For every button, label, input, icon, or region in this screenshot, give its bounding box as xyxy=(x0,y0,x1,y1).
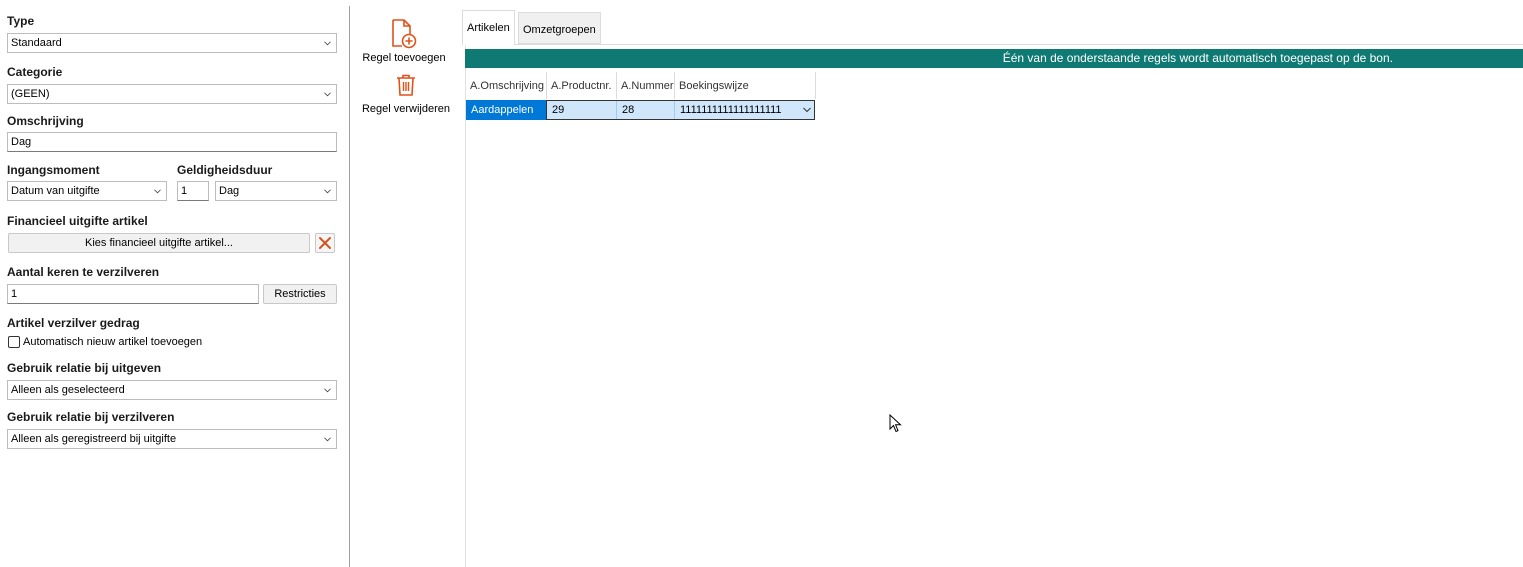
geldigheidsduur-unit-select[interactable]: Dag xyxy=(215,181,337,201)
relatie-uitgeven-select[interactable]: Alleen als geselecteerd xyxy=(7,380,337,400)
categorie-label: Categorie xyxy=(7,65,63,79)
ingangsmoment-label: Ingangsmoment xyxy=(7,163,100,177)
boekingswijze-value: 1111111111111111111 xyxy=(680,104,782,116)
omschrijving-label: Omschrijving xyxy=(7,114,84,128)
relatie-verzilveren-label: Gebruik relatie bij verzilveren xyxy=(7,410,175,424)
ingangsmoment-select[interactable]: Datum van uitgifte xyxy=(7,181,167,201)
regel-verwijderen-label: Regel verwijderen xyxy=(361,103,451,115)
column-header-nummer[interactable]: A.Nummer xyxy=(617,72,675,99)
trash-icon xyxy=(397,74,415,96)
verzilver-gedrag-label: Artikel verzilver gedrag xyxy=(7,316,140,330)
geldigheidsduur-amount: 1 xyxy=(181,185,188,197)
categorie-select[interactable]: (GEEN) xyxy=(7,84,337,104)
chevron-down-icon xyxy=(324,437,331,442)
table-cell[interactable]: 28 xyxy=(617,100,675,120)
geldigheidsduur-amount-input[interactable]: 1 xyxy=(177,181,209,201)
boekingswijze-cell-select[interactable]: 1111111111111111111 xyxy=(675,100,815,120)
aantal-input[interactable]: 1 xyxy=(7,284,259,304)
ingangsmoment-value: Datum van uitgifte xyxy=(11,185,100,197)
aantal-value: 1 xyxy=(11,288,18,300)
relatie-uitgeven-label: Gebruik relatie bij uitgeven xyxy=(7,361,162,375)
financieel-label: Financieel uitgifte artikel xyxy=(7,214,148,228)
regel-verwijderen-button[interactable]: Regel verwijderen xyxy=(358,73,454,115)
omschrijving-input[interactable]: Dag xyxy=(7,132,337,152)
geldigheidsduur-unit: Dag xyxy=(219,185,240,197)
type-label: Type xyxy=(7,14,35,28)
categorie-select-value: (GEEN) xyxy=(11,88,50,100)
regel-toevoegen-button[interactable]: Regel toevoegen xyxy=(358,18,450,64)
chevron-down-icon xyxy=(324,388,331,393)
column-header-productnr[interactable]: A.Productnr. xyxy=(547,72,617,99)
auto-nieuw-checkbox[interactable] xyxy=(8,336,20,348)
close-icon xyxy=(319,237,331,249)
kies-financieel-artikel-button[interactable]: Kies financieel uitgifte artikel... xyxy=(8,233,310,253)
column-header-omschrijving[interactable]: A.Omschrijving xyxy=(466,72,547,99)
properties-panel: Type Standaard Categorie (GEEN) Omschrij… xyxy=(0,0,349,567)
omschrijving-value: Dag xyxy=(11,136,32,148)
tab-panel xyxy=(465,44,1523,567)
table-cell[interactable]: 29 xyxy=(547,100,617,120)
column-header-boekingswijze[interactable]: Boekingswijze xyxy=(675,72,816,99)
restricties-button[interactable]: Restricties xyxy=(263,284,337,304)
clear-financieel-button[interactable] xyxy=(315,233,335,253)
geldigheidsduur-label: Geldigheidsduur xyxy=(177,163,273,177)
regel-toevoegen-label: Regel toevoegen xyxy=(362,52,446,64)
add-document-icon xyxy=(392,19,417,49)
chevron-down-icon xyxy=(324,41,331,46)
tab-artikelen[interactable]: Artikelen xyxy=(462,10,515,45)
type-select-value: Standaard xyxy=(11,37,62,49)
info-banner: Één van de onderstaande regels wordt aut… xyxy=(465,49,1523,68)
chevron-down-icon xyxy=(803,107,811,113)
type-select[interactable]: Standaard xyxy=(7,33,337,53)
relatie-verzilveren-value: Alleen als geregistreerd bij uitgifte xyxy=(11,433,177,445)
relatie-verzilveren-select[interactable]: Alleen als geregistreerd bij uitgifte xyxy=(7,429,337,449)
mouse-cursor-icon xyxy=(889,414,902,433)
chevron-down-icon xyxy=(154,189,161,194)
tab-omzetgroepen[interactable]: Omzetgroepen xyxy=(518,12,601,44)
chevron-down-icon xyxy=(324,189,331,194)
auto-nieuw-label: Automatisch nieuw artikel toevoegen xyxy=(23,336,203,348)
panel-divider xyxy=(349,6,350,567)
relatie-uitgeven-value: Alleen als geselecteerd xyxy=(11,384,125,396)
aantal-label: Aantal keren te verzilveren xyxy=(7,265,160,279)
chevron-down-icon xyxy=(324,92,331,97)
table-cell[interactable]: Aardappelen xyxy=(466,100,547,120)
